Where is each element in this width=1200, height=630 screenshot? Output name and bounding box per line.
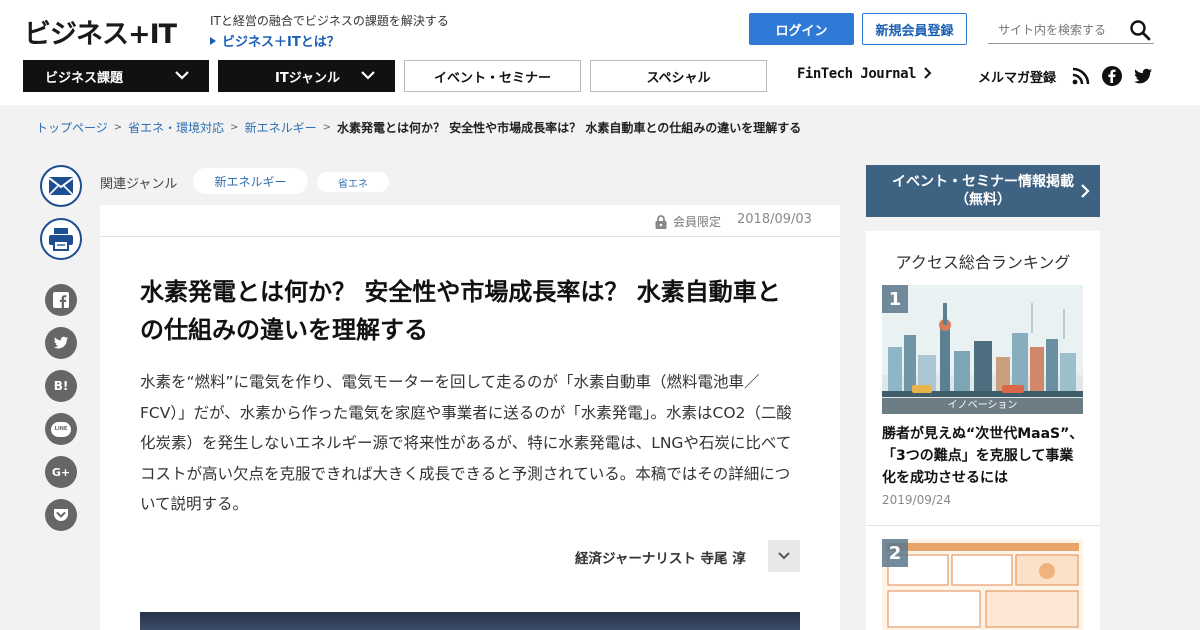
nav-business-issues-label: ビジネス課題 <box>45 70 124 86</box>
googleplus-icon: G+ <box>51 465 71 479</box>
ranking-1-thumbnail[interactable] <box>882 285 1083 414</box>
hatena-icon: B! <box>53 379 69 393</box>
line-icon: LINE <box>51 421 71 437</box>
ranking-2-thumbnail[interactable] <box>882 539 1083 630</box>
breadcrumb: トップページ > 省エネ・環境対応 > 新エネルギー > 水素発電とは何か？ 安… <box>36 119 801 136</box>
nav-it-genre[interactable]: ITジャンル <box>218 60 395 92</box>
article-lead: 水素を“燃料”に電気を作り、電気モーターを回して走るのが「水素自動車（燃料電池車… <box>140 373 792 513</box>
breadcrumb-item[interactable]: 新エネルギー <box>245 119 317 136</box>
author-expand-button[interactable] <box>768 540 800 572</box>
lock-icon <box>655 214 667 229</box>
genre-tag[interactable]: 新エネルギー <box>193 168 308 194</box>
facebook-icon <box>53 292 69 308</box>
ranking-title: アクセス総合ランキング <box>895 253 1071 272</box>
about-link[interactable]: ビジネス＋ITとは？ <box>210 31 340 50</box>
publish-date: 2018/09/03 <box>737 212 812 227</box>
author-name: 経済ジャーナリスト 寺尾 淳 <box>575 551 746 567</box>
ranking-1-number: 1 <box>882 285 908 313</box>
breadcrumb-item[interactable]: トップページ <box>36 119 108 136</box>
ranking-1-headline[interactable]: 勝者が見えぬ“次世代MaaS”、「3つの難点」を克服して事業化を成功させるには <box>882 423 1087 489</box>
members-only-badge: 会員限定 <box>655 213 721 230</box>
mail-icon <box>48 177 74 196</box>
twitter-icon[interactable] <box>1133 66 1153 86</box>
print-button[interactable] <box>40 218 82 260</box>
search-box <box>988 16 1154 44</box>
nav-mail-magazine[interactable]: メルマガ登録 <box>978 67 1056 86</box>
share-hatena-button[interactable]: B! <box>45 370 77 402</box>
ranking-2-number: 2 <box>882 539 908 567</box>
search-input[interactable] <box>988 18 1123 42</box>
article-meta-bar: 会員限定 2018/09/03 <box>100 205 840 237</box>
site-tagline: ITと経営の融合でビジネスの課題を解決する <box>210 14 449 28</box>
register-button[interactable]: 新規会員登録 <box>862 13 967 45</box>
twitter-icon <box>53 336 69 349</box>
nav-special[interactable]: スペシャル <box>590 60 767 92</box>
rss-icon[interactable] <box>1071 66 1091 86</box>
ranking-1-date: 2019/09/24 <box>882 493 952 507</box>
genre-tag[interactable]: 省エネ <box>317 172 389 192</box>
share-twitter-button[interactable] <box>45 327 77 359</box>
print-icon <box>49 228 73 251</box>
site-header: ビジネス+IT ITと経営の融合でビジネスの課題を解決する ビジネス＋ITとは？… <box>0 0 1200 105</box>
share-pocket-button[interactable] <box>45 499 77 531</box>
event-banner-line1: イベント・セミナー情報掲載 <box>892 174 1074 190</box>
chevron-down-icon <box>175 71 189 80</box>
ranking-divider <box>866 525 1100 526</box>
members-only-label: 会員限定 <box>673 215 722 229</box>
chevron-right-icon <box>924 67 932 79</box>
chevron-down-icon <box>778 552 790 560</box>
breadcrumb-separator: > <box>230 122 239 133</box>
breadcrumb-item[interactable]: 省エネ・環境対応 <box>128 119 224 136</box>
nav-it-genre-label: ITジャンル <box>275 70 341 86</box>
access-ranking-panel: アクセス総合ランキング 1 イノベーション 勝者が見えぬ“次世代MaaS”、「3… <box>866 231 1100 630</box>
breadcrumb-separator: > <box>322 122 331 133</box>
event-banner-line2: （無料） <box>955 192 1011 208</box>
chevron-right-icon <box>1081 184 1090 198</box>
nav-events[interactable]: イベント・セミナー <box>404 60 581 92</box>
breadcrumb-current: 水素発電とは何か？ 安全性や市場成長率は？ 水素自動車との仕組みの違いを理解する <box>336 121 802 135</box>
chevron-down-icon <box>361 71 375 80</box>
article-hero-image <box>140 612 800 630</box>
pocket-icon <box>54 508 68 521</box>
login-button[interactable]: ログイン <box>749 13 854 45</box>
nav-fintech-journal-label: FinTech Journal <box>797 66 916 82</box>
facebook-icon[interactable] <box>1102 66 1122 86</box>
nav-fintech-journal[interactable]: FinTech Journal <box>797 66 932 82</box>
ranking-1-category: イノベーション <box>882 398 1083 414</box>
share-line-button[interactable]: LINE <box>45 413 77 445</box>
related-genre-label: 関連ジャンル <box>100 177 178 192</box>
nav-business-issues[interactable]: ビジネス課題 <box>23 60 209 92</box>
search-icon[interactable] <box>1128 18 1152 42</box>
about-link-label: ビジネス＋ITとは？ <box>222 35 340 50</box>
share-googleplus-button[interactable]: G+ <box>45 456 77 488</box>
article-title: 水素発電とは何か？ 安全性や市場成長率は？ 水素自動車との仕組みの違いを理解する <box>140 278 781 344</box>
site-logo[interactable]: ビジネス+IT <box>24 12 177 51</box>
article-card: 会員限定 2018/09/03 水素発電とは何か？ 安全性や市場成長率は？ 水素… <box>100 205 840 630</box>
share-mail-button[interactable] <box>40 165 82 207</box>
breadcrumb-separator: > <box>113 122 123 133</box>
share-facebook-button[interactable] <box>45 284 77 316</box>
event-listing-banner[interactable]: イベント・セミナー情報掲載 （無料） <box>866 165 1100 217</box>
line-icon-label: LINE <box>54 426 68 432</box>
triangle-right-icon <box>210 37 216 45</box>
